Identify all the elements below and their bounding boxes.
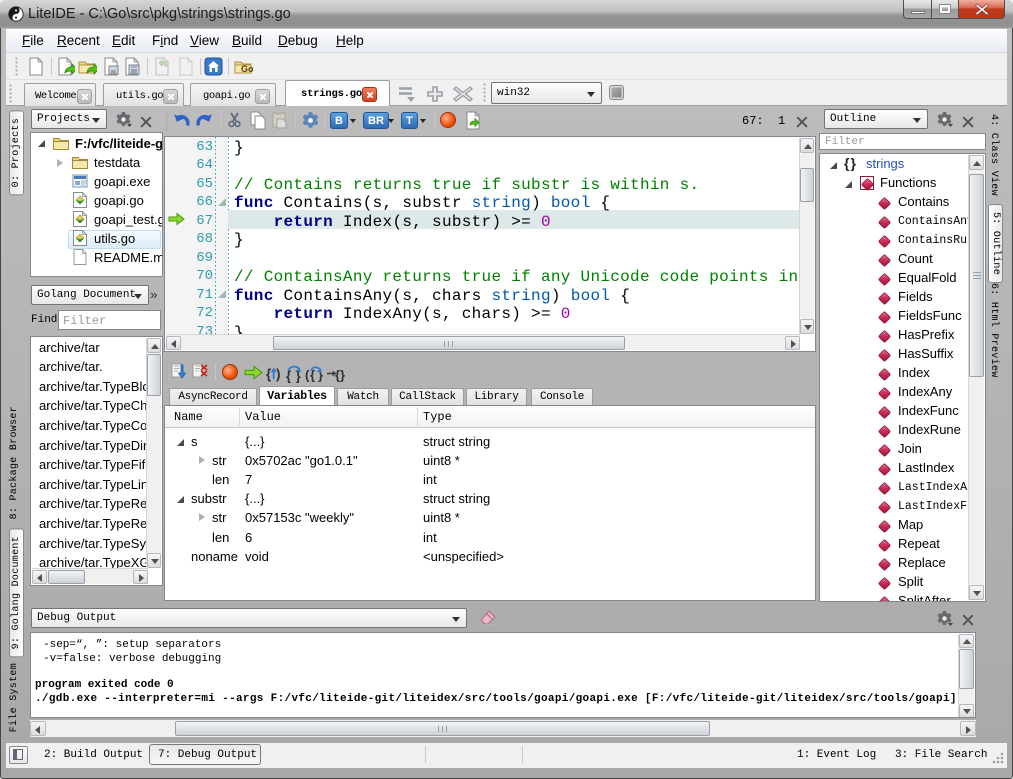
svg-text:}: } [340, 368, 345, 383]
svg-text:{: { [266, 367, 271, 382]
svg-text:Go: Go [241, 64, 253, 74]
svg-text:): ) [276, 367, 281, 382]
